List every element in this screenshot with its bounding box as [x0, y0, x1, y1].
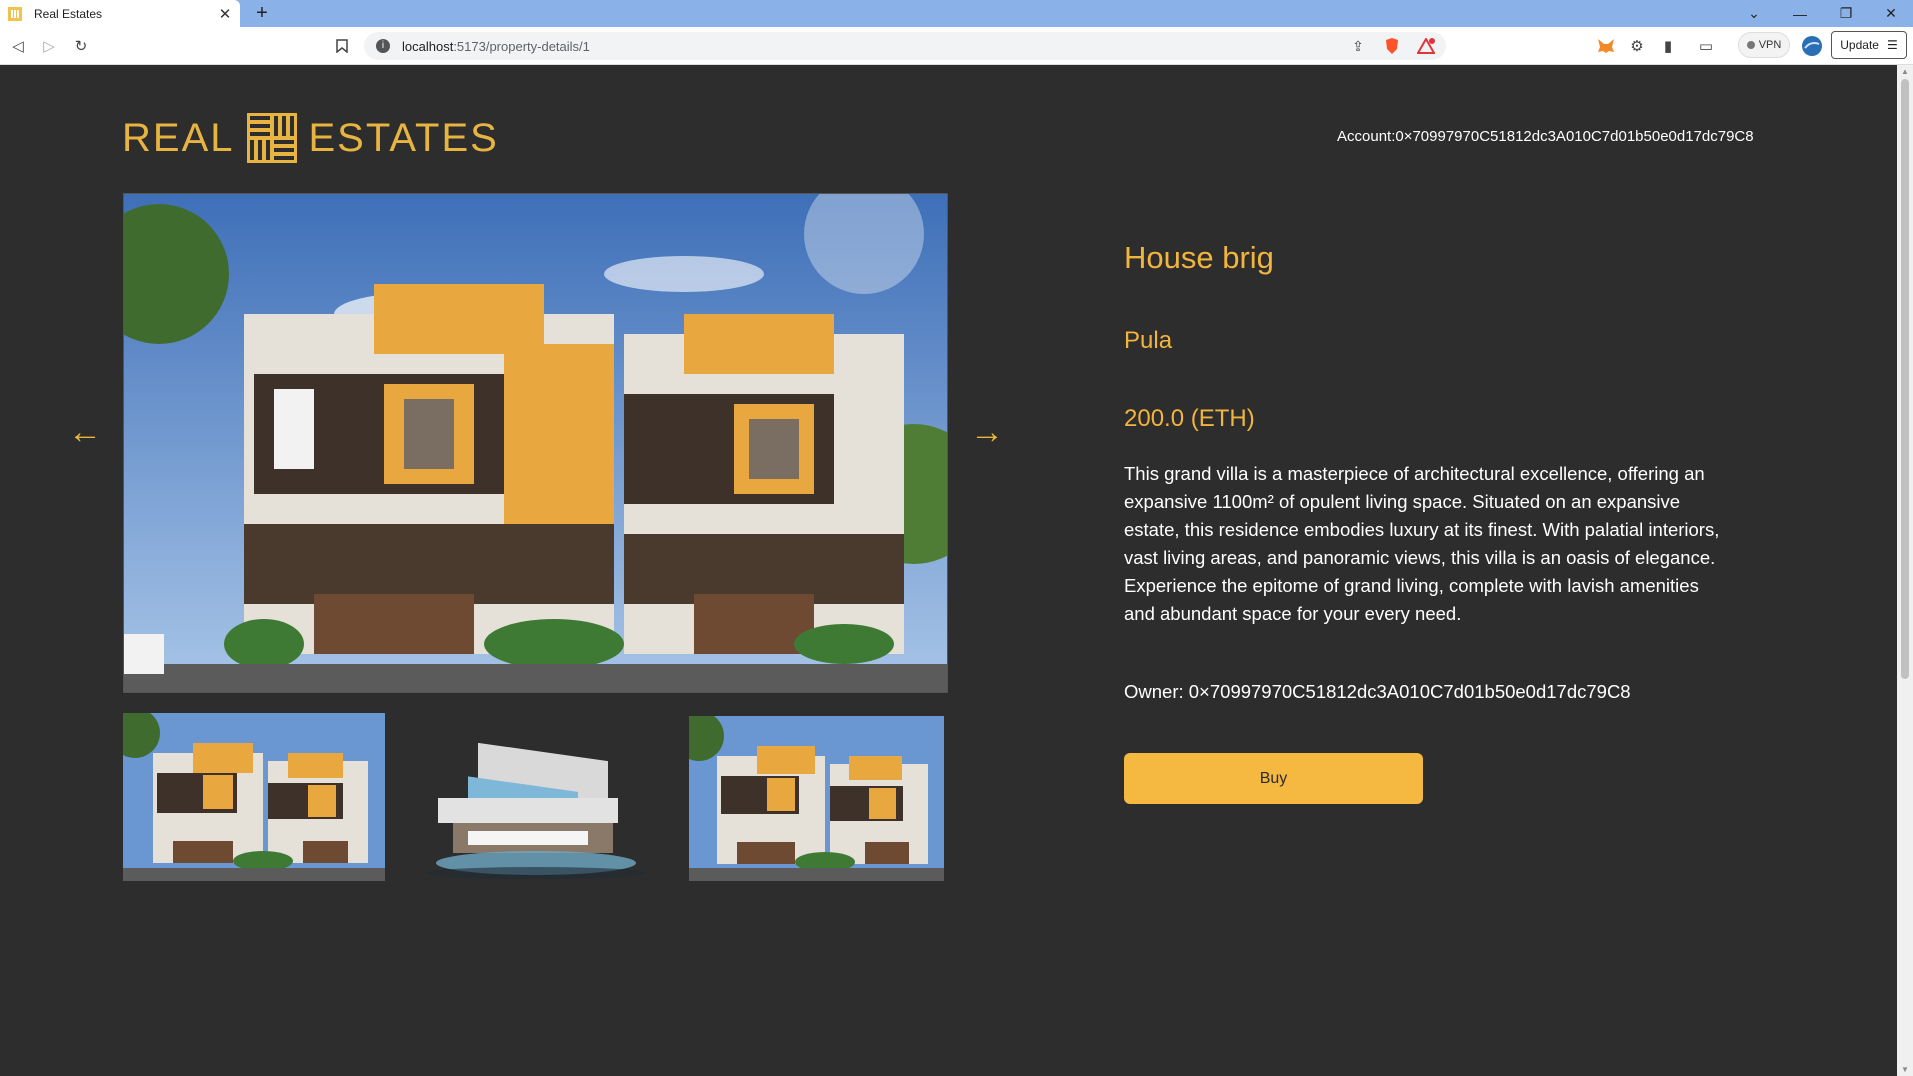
- url-host: localhost: [402, 38, 454, 54]
- brave-rewards-icon[interactable]: [1416, 36, 1436, 56]
- extensions-icon[interactable]: ⚙: [1627, 36, 1647, 56]
- property-city: Pula: [1124, 327, 1173, 354]
- main-property-image: [123, 193, 948, 693]
- restore-icon[interactable]: ❐: [1824, 0, 1868, 27]
- tab-title: Real Estates: [34, 6, 103, 21]
- property-title: House brig: [1124, 240, 1274, 275]
- new-tab-button[interactable]: +: [250, 2, 274, 26]
- browser-toolbar: ◁ ▷ ↻ i localhost :5173/property-details…: [0, 27, 1913, 65]
- scroll-up-icon[interactable]: ▲: [1900, 67, 1910, 76]
- update-label: Update: [1840, 38, 1879, 52]
- site-favicon-icon: [8, 6, 22, 21]
- vpn-status-icon: [1746, 41, 1755, 49]
- minimize-icon[interactable]: —: [1778, 0, 1822, 27]
- scroll-down-icon[interactable]: ▼: [1900, 1065, 1910, 1074]
- forward-icon[interactable]: ▷: [39, 36, 59, 56]
- close-window-icon[interactable]: ✕: [1869, 0, 1913, 27]
- site-logo[interactable]: REAL ESTATES: [122, 113, 499, 163]
- property-owner: Owner: 0×70997970C51812dc3A010C7d01b50e0…: [1124, 681, 1631, 702]
- previous-image-arrow-icon[interactable]: ←: [68, 415, 102, 449]
- browser-tab[interactable]: Real Estates ✕: [0, 0, 240, 27]
- page-scrollbar[interactable]: ▲ ▼: [1897, 65, 1913, 1076]
- logo-text-right: ESTATES: [308, 115, 499, 160]
- site-info-icon[interactable]: i: [376, 39, 390, 53]
- profile-avatar[interactable]: [1802, 36, 1822, 56]
- scrollbar-thumb[interactable]: [1901, 79, 1909, 679]
- bookmark-icon[interactable]: [332, 36, 352, 56]
- wallet-icon[interactable]: ▭: [1696, 36, 1716, 56]
- logo-mark-icon: [246, 113, 297, 163]
- thumbnail-2[interactable]: [408, 713, 663, 881]
- sidebar-icon[interactable]: ▮: [1658, 36, 1678, 56]
- address-bar[interactable]: i localhost :5173/property-details/1 ⇪: [364, 32, 1446, 60]
- update-button[interactable]: Update ☰: [1831, 31, 1907, 59]
- property-price: 200.0 (ETH): [1124, 405, 1255, 432]
- close-tab-icon[interactable]: ✕: [214, 3, 236, 25]
- next-image-arrow-icon[interactable]: →: [970, 415, 1004, 449]
- vpn-label: VPN: [1758, 39, 1782, 51]
- buy-button[interactable]: Buy: [1124, 753, 1423, 804]
- account-address: Account:0×70997970C51812dc3A010C7d01b50e…: [1337, 128, 1754, 145]
- menu-icon: ☰: [1886, 38, 1898, 52]
- brave-shield-icon[interactable]: [1382, 36, 1402, 56]
- reload-icon[interactable]: ↻: [71, 36, 91, 56]
- thumbnail-3[interactable]: [689, 716, 944, 881]
- back-icon[interactable]: ◁: [8, 36, 28, 56]
- url-path: :5173/property-details/1: [453, 38, 590, 54]
- vpn-button[interactable]: VPN: [1738, 32, 1790, 58]
- browser-tabbar: Real Estates ✕ + ⌄ — ❐ ✕: [0, 0, 1913, 27]
- page-content: REAL ESTATES Account:0×70997970C51812dc3…: [0, 65, 1897, 1076]
- logo-text-left: REAL: [122, 115, 235, 160]
- tab-search-icon[interactable]: ⌄: [1732, 0, 1776, 27]
- thumbnail-1[interactable]: [123, 713, 385, 881]
- share-icon[interactable]: ⇪: [1348, 36, 1368, 56]
- metamask-icon[interactable]: [1596, 36, 1616, 56]
- property-description: This grand villa is a masterpiece of arc…: [1124, 463, 1720, 624]
